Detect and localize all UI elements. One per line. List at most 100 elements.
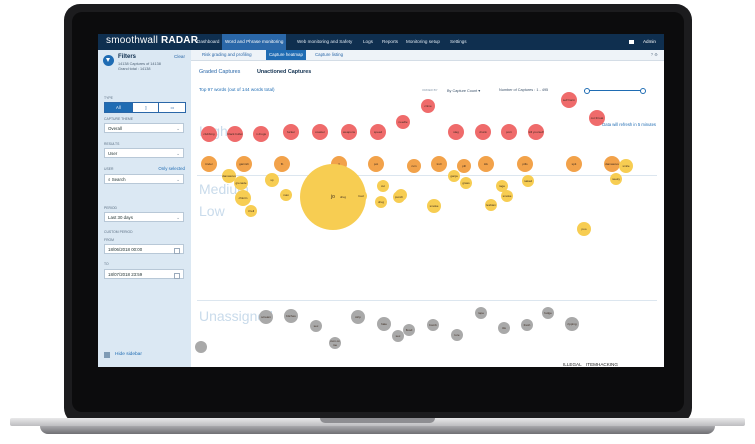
word-bubble-medium[interactable]: pills bbox=[517, 156, 533, 172]
word-bubble-low[interactable]: cut bbox=[377, 180, 389, 192]
word-bubble-low[interactable]: chlorin bbox=[235, 190, 251, 206]
word-bubble-low[interactable]: smile bbox=[619, 159, 633, 173]
word-bubble-unassigned[interactable]: ripping bbox=[565, 317, 579, 331]
tab-risk-grading[interactable]: Risk grading and profiling bbox=[199, 50, 255, 60]
unactioned-captures-tab[interactable]: Unactioned Captures bbox=[257, 69, 311, 75]
period-select[interactable]: Last 30 days ⌄ bbox=[104, 212, 184, 222]
word-bubble-unassigned[interactable]: flood bbox=[403, 324, 415, 336]
chevron-down-icon: ⌄ bbox=[176, 177, 180, 182]
flag-icon[interactable] bbox=[629, 40, 634, 44]
word-bubble-unassigned[interactable]: cum on me bbox=[329, 337, 341, 349]
word-bubble-high[interactable]: crime bbox=[421, 99, 435, 113]
plain-word-illegal[interactable]: ILLEGAL bbox=[563, 362, 582, 367]
slider-max-handle[interactable] bbox=[640, 88, 646, 94]
type-all-button[interactable]: All bbox=[105, 103, 132, 112]
word-bubble-unassigned[interactable]: sex bbox=[310, 320, 322, 332]
clear-filters-link[interactable]: Clear bbox=[174, 54, 185, 59]
word-bubble-low[interactable]: man bbox=[280, 189, 292, 201]
tab-capture-listing[interactable]: Capture listing bbox=[312, 50, 346, 60]
word-bubble-medium[interactable]: tinder bbox=[201, 156, 217, 172]
word-bubble-high[interactable]: n drugs bbox=[253, 126, 269, 142]
word-bubble-unassigned[interactable] bbox=[195, 341, 207, 353]
word-bubble-unassigned[interactable]: bitches bbox=[284, 309, 298, 323]
slider-min-handle[interactable] bbox=[584, 88, 590, 94]
nav-monitoring-setup[interactable]: Monitoring setup bbox=[403, 34, 443, 50]
word-bubble-medium[interactable]: garnish bbox=[236, 156, 252, 172]
word-bubble-low[interactable]: smoke bbox=[501, 190, 513, 202]
type-desktop-button[interactable]: ▭ bbox=[158, 103, 186, 112]
order-by-select[interactable]: By Capture Count ▾ bbox=[447, 88, 480, 93]
word-bubble-medium[interactable]: troll bbox=[431, 156, 447, 172]
word-bubble-low[interactable]: sp bbox=[265, 173, 279, 187]
word-bubble-high[interactable]: slag bbox=[448, 124, 464, 140]
word-bubble-high[interactable]: needle bbox=[396, 115, 410, 129]
word-bubble-unassigned[interactable]: sex bbox=[392, 330, 404, 342]
word-bubble-low[interactable]: lesbian bbox=[485, 199, 497, 211]
word-bubble-unassigned[interactable]: fudge bbox=[542, 307, 554, 319]
word-bubble-high[interactable]: clubbing bbox=[201, 126, 217, 142]
type-label: TYPE bbox=[104, 96, 113, 100]
word-bubble-unassigned[interactable]: rape bbox=[475, 307, 487, 319]
word-bubble-medium[interactable]: spit bbox=[566, 156, 582, 172]
word-bubble-low[interactable]: poo bbox=[577, 222, 591, 236]
only-selected-toggle[interactable]: Only selected bbox=[158, 166, 185, 171]
word-bubble-medium[interactable]: fb bbox=[274, 156, 290, 172]
nav-settings[interactable]: Settings bbox=[447, 34, 470, 50]
word-bubble-low[interactable]: grenade bbox=[234, 176, 248, 190]
collapse-sidebar-icon[interactable] bbox=[104, 352, 110, 358]
word-bubble-high[interactable]: cut throat bbox=[589, 110, 605, 126]
word-bubble-medium[interactable]: pot bbox=[368, 156, 384, 172]
word-bubble-high[interactable]: drunk bbox=[475, 124, 491, 140]
help-settings-icons[interactable]: ? ⚙ bbox=[651, 50, 658, 60]
word-bubble-high[interactable]: kill yourself bbox=[528, 124, 544, 140]
type-mobile-button[interactable]: ▯ bbox=[131, 103, 160, 112]
word-bubble-high[interactable]: speed bbox=[370, 124, 386, 140]
word-bubble-high[interactable]: fucker bbox=[283, 124, 299, 140]
word-bubble-unassigned[interactable]: fresh bbox=[521, 319, 533, 331]
word-bubble-medium[interactable]: damascus bbox=[604, 156, 620, 172]
word-bubble-high[interactable]: black bullet bbox=[227, 126, 243, 142]
word-bubble-low[interactable]: ganja bbox=[448, 170, 460, 182]
word-bubble-high[interactable]: porn bbox=[501, 124, 517, 140]
nav-dashboard[interactable]: Dashboard bbox=[194, 34, 222, 50]
user-menu[interactable]: Admin bbox=[643, 34, 656, 50]
hide-sidebar-link[interactable]: Hide sidebar bbox=[115, 352, 142, 357]
app-logo[interactable]: smoothwall RADAR bbox=[106, 35, 198, 46]
from-date-input[interactable]: 18/06/2018 00:00 bbox=[104, 244, 184, 254]
word-bubble-low[interactable]: smoke bbox=[427, 199, 441, 213]
plain-word-hacking[interactable]: HACKING bbox=[597, 362, 618, 367]
capture-range-slider[interactable] bbox=[584, 88, 646, 94]
capture-theme-select[interactable]: Overall ⌄ bbox=[104, 123, 184, 133]
word-bubble-low[interactable]: drug bbox=[375, 196, 387, 208]
word-bubble-unassigned[interactable]: scream bbox=[259, 310, 273, 324]
word-bubble-unassigned[interactable]: tits bbox=[498, 322, 510, 334]
graded-captures-tab[interactable]: Graded Captures bbox=[199, 69, 240, 75]
word-bubble-unassigned[interactable]: lure bbox=[451, 329, 463, 341]
word-bubble-low[interactable]: neeky bbox=[610, 173, 622, 185]
word-bubble-unassigned[interactable]: strip bbox=[351, 310, 365, 324]
tab-capture-heatmap[interactable]: Capture heatmap bbox=[266, 50, 306, 60]
user-search-input[interactable]: ⌕ Search ⌄ bbox=[104, 174, 184, 184]
word-bubble-medium[interactable]: ruin bbox=[407, 159, 421, 173]
word-bubble-low[interactable]: naked bbox=[522, 175, 534, 187]
word-bubble-high[interactable]: self harm bbox=[561, 92, 577, 108]
word-bubble-low[interactable]: bad bbox=[355, 190, 367, 202]
word-bubble-low[interactable]: punch bbox=[393, 191, 405, 203]
nav-web-monitoring[interactable]: Web monitoring and Safety bbox=[294, 34, 355, 50]
word-bubble-high[interactable]: weapons bbox=[341, 124, 357, 140]
word-bubble-medium[interactable]: pill bbox=[457, 159, 471, 173]
capture-theme-label: CAPTURE THEME bbox=[104, 117, 133, 121]
word-bubble-unassigned[interactable]: hate bbox=[377, 317, 391, 331]
nav-reports[interactable]: Reports bbox=[379, 34, 401, 50]
nav-logs[interactable]: Logs bbox=[360, 34, 376, 50]
word-bubble-low[interactable]: t hell bbox=[245, 205, 257, 217]
word-bubble-low[interactable]: grass bbox=[460, 177, 472, 189]
word-bubble-high[interactable]: coaster bbox=[312, 124, 328, 140]
to-date-input[interactable]: 18/07/2018 23:59 bbox=[104, 269, 184, 279]
word-bubble-medium[interactable]: kik bbox=[478, 156, 494, 172]
word-bubble-low[interactable]: drug bbox=[336, 190, 350, 204]
word-bubble-unassigned[interactable]: bomb bbox=[427, 319, 439, 331]
plain-word-item[interactable]: ITEM bbox=[586, 362, 597, 367]
nav-word-phrase-monitoring[interactable]: Word and Phrase monitoring bbox=[222, 34, 287, 50]
results-select[interactable]: User ⌄ bbox=[104, 148, 184, 158]
